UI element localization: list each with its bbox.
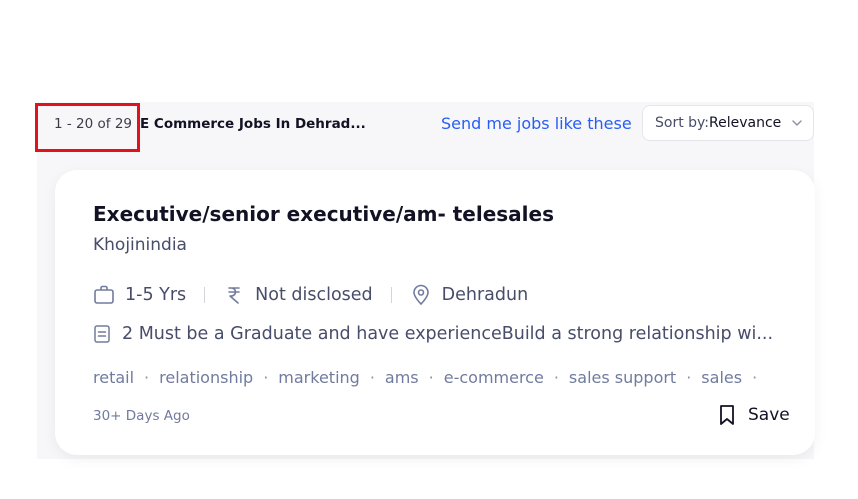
salary: Not disclosed: [223, 284, 373, 306]
tag: marketing: [278, 368, 360, 387]
sort-prefix: Sort by:: [655, 115, 710, 131]
sort-value: Relevance: [709, 115, 782, 131]
tag-separator: ·: [686, 368, 692, 387]
tag: relationship: [159, 368, 254, 387]
job-meta: 1-5 Yrs Not disclosed Dehradun: [93, 282, 528, 308]
description-text: 2 Must be a Graduate and have experience…: [122, 324, 774, 344]
save-label: Save: [748, 405, 790, 425]
save-button[interactable]: Save: [718, 404, 790, 426]
bookmark-icon: [720, 405, 734, 425]
tag: ams: [384, 368, 419, 387]
send-jobs-like-these-link[interactable]: Send me jobs like these: [441, 114, 632, 133]
tag-separator: ·: [369, 368, 375, 387]
tag: sales: [701, 368, 743, 387]
tag-list: retail · relationship · marketing · ams · e-…: [93, 368, 767, 387]
rupee-icon: [228, 287, 240, 304]
results-title: E Commerce Jobs In Dehrad...: [140, 116, 366, 132]
location-pin-icon: [412, 284, 429, 306]
tag: e-commerce: [443, 368, 544, 387]
meta-divider: [390, 287, 392, 303]
posted-date: 30+ Days Ago: [93, 408, 190, 424]
job-title[interactable]: Executive/senior executive/am- telesales: [93, 202, 554, 226]
tag-separator: ·: [144, 368, 150, 387]
experience: 1-5 Yrs: [93, 284, 186, 306]
tag-separator: ·: [752, 368, 758, 387]
tag-separator: ·: [263, 368, 269, 387]
location-text: Dehradun: [441, 285, 529, 305]
location: Dehradun: [410, 284, 529, 306]
briefcase-icon: [94, 285, 114, 304]
tag: sales support: [568, 368, 677, 387]
tag-separator: ·: [428, 368, 434, 387]
document-icon: [94, 325, 110, 343]
tag: retail: [93, 368, 135, 387]
tag-separator: ·: [553, 368, 559, 387]
sort-dropdown[interactable]: Sort by: Relevance: [642, 105, 814, 141]
job-description: 2 Must be a Graduate and have experience…: [93, 324, 788, 344]
highlight-box: [35, 103, 140, 152]
chevron-down-icon: [792, 120, 802, 126]
experience-text: 1-5 Yrs: [125, 285, 187, 305]
salary-text: Not disclosed: [255, 285, 373, 305]
meta-divider: [204, 287, 206, 303]
company-name[interactable]: Khojinindia: [93, 235, 187, 255]
